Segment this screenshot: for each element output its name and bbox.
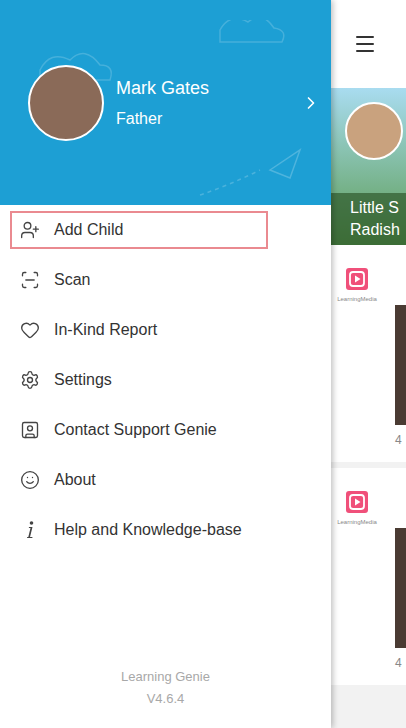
info-icon bbox=[20, 520, 40, 540]
contact-icon bbox=[20, 420, 40, 440]
feed-content: 4 bbox=[383, 468, 406, 685]
gear-icon bbox=[20, 370, 40, 390]
menu-item-label: Add Child bbox=[54, 218, 123, 242]
menu-item[interactable]: Settings bbox=[0, 355, 331, 405]
feed-count: 4 bbox=[395, 431, 406, 449]
menu-item[interactable]: Add Child bbox=[0, 205, 331, 255]
face-icon bbox=[20, 470, 40, 490]
menu-item[interactable]: Help and Knowledge-base bbox=[0, 505, 331, 555]
menu-item-content: Help and Knowledge-base bbox=[10, 511, 268, 549]
user-role: Father bbox=[116, 108, 301, 130]
media-icon bbox=[345, 267, 369, 291]
child-avatar bbox=[345, 102, 403, 160]
drawer-footer: Learning GenieV4.6.4 bbox=[0, 667, 331, 728]
app-screen: Mark Gates Father Add Child Scan In-Kind Rep… bbox=[0, 0, 406, 728]
menu-item[interactable]: Scan bbox=[0, 255, 331, 305]
child-name-line: Radish bbox=[350, 219, 406, 241]
hamburger-icon[interactable] bbox=[353, 32, 377, 56]
child-name-line: Little S bbox=[350, 197, 406, 219]
menu-item-label: Contact Support Genie bbox=[54, 418, 217, 442]
add-user-icon bbox=[20, 220, 40, 240]
background-app: Little SRadishLearningMedia4LearningMedi… bbox=[331, 0, 406, 728]
child-banner[interactable]: Little SRadish bbox=[331, 88, 406, 245]
feed-source: LearningMedia bbox=[331, 245, 383, 462]
user-avatar bbox=[28, 65, 104, 141]
feed-source-label: LearningMedia bbox=[337, 295, 377, 304]
menu-item-label: About bbox=[54, 468, 96, 492]
media-icon bbox=[345, 490, 369, 514]
menu-item[interactable]: In-Kind Report bbox=[0, 305, 331, 355]
feed-source-label: LearningMedia bbox=[337, 518, 377, 527]
menu-item-content: Scan bbox=[10, 261, 268, 299]
user-name: Mark Gates bbox=[116, 76, 301, 100]
user-info: Mark Gates Father bbox=[116, 76, 301, 130]
heart-icon bbox=[20, 320, 40, 340]
menu-item-content: Contact Support Genie bbox=[10, 411, 268, 449]
menu-item-content: Add Child bbox=[10, 211, 268, 249]
menu-item-content: About bbox=[10, 461, 268, 499]
drawer: Mark Gates Father Add Child Scan In-Kind Rep… bbox=[0, 0, 331, 728]
chevron-right-icon bbox=[301, 93, 321, 113]
menu-item-label: Settings bbox=[54, 368, 112, 392]
drawer-header[interactable]: Mark Gates Father bbox=[0, 0, 331, 205]
feed-source: LearningMedia bbox=[331, 468, 383, 685]
menu-item[interactable]: About bbox=[0, 455, 331, 505]
scan-icon bbox=[20, 270, 40, 290]
child-name: Little SRadish bbox=[331, 193, 406, 245]
top-bar bbox=[331, 0, 406, 88]
feed-item[interactable]: LearningMedia 4 bbox=[331, 468, 406, 685]
drawer-menu: Add Child Scan In-Kind Report Settings Conta… bbox=[0, 205, 331, 555]
feed-photo bbox=[395, 305, 406, 425]
menu-item-label: Scan bbox=[54, 268, 90, 292]
app-version: V4.6.4 bbox=[147, 689, 185, 709]
menu-item-content: Settings bbox=[10, 361, 268, 399]
feed-photo bbox=[395, 528, 406, 648]
menu-item[interactable]: Contact Support Genie bbox=[0, 405, 331, 455]
feed-count: 4 bbox=[395, 654, 406, 672]
menu-item-content: In-Kind Report bbox=[10, 311, 268, 349]
menu-item-label: In-Kind Report bbox=[54, 318, 157, 342]
feed-item[interactable]: LearningMedia 4 bbox=[331, 245, 406, 462]
feed-content: 4 bbox=[383, 245, 406, 462]
menu-item-label: Help and Knowledge-base bbox=[54, 518, 242, 542]
app-name: Learning Genie bbox=[121, 667, 210, 687]
